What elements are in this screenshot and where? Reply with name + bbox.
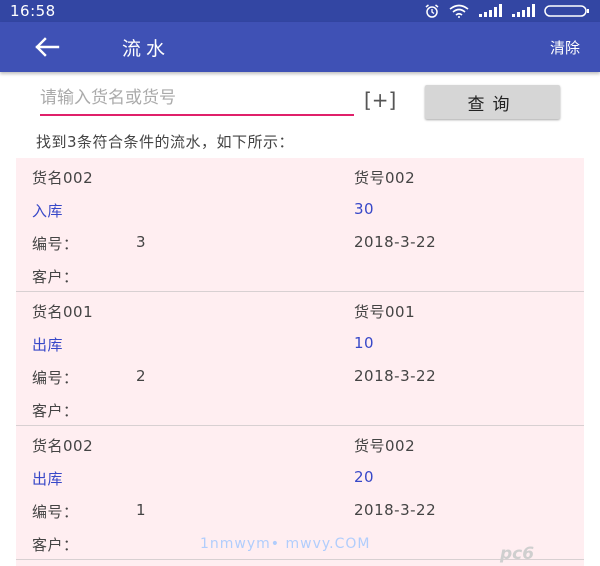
signal-icon (479, 4, 502, 17)
status-time: 16:58 (10, 2, 56, 20)
transaction-type: 入库 (32, 202, 64, 220)
arrow-left-icon (35, 37, 60, 57)
number-label: 编号： (32, 503, 79, 521)
add-button[interactable]: [+] (364, 88, 396, 112)
record-number: 1 (136, 501, 147, 519)
query-button[interactable]: 查询 (425, 85, 560, 119)
quantity: 20 (354, 468, 375, 486)
record-list[interactable]: 货名002 货号002 入库 30 编号： 3 2018-3-22 客户： 货名… (16, 158, 584, 566)
list-item[interactable]: 货名001 货号001 出库 10 编号： 2 2018-3-22 客户： (16, 292, 584, 426)
number-label: 编号： (32, 369, 79, 387)
status-bar: 16:58 (0, 0, 600, 22)
record-date: 2018-3-22 (354, 233, 437, 251)
logo: pc6 (500, 544, 535, 564)
transaction-type: 出库 (32, 470, 64, 488)
battery-icon (544, 5, 589, 17)
back-button[interactable] (30, 34, 64, 60)
result-summary: 找到3条符合条件的流水，如下所示： (36, 133, 295, 151)
item-code: 货号001 (354, 303, 416, 321)
status-icons (424, 4, 590, 18)
customer-label: 客户： (32, 268, 79, 286)
number-label: 编号： (32, 235, 79, 253)
clear-button[interactable]: 清除 (550, 37, 580, 58)
customer-label: 客户： (32, 536, 79, 554)
quantity: 30 (354, 200, 375, 218)
search-row: [+] 查询 (0, 84, 600, 120)
list-item[interactable]: 货名002 货号002 入库 30 编号： 3 2018-3-22 客户： (16, 158, 584, 292)
item-name: 货名002 (32, 437, 94, 455)
watermark: 1nmwym• mwvy.COM (200, 536, 371, 552)
wifi-icon (449, 4, 469, 18)
app-bar: 流水 清除 (0, 22, 600, 72)
item-code: 货号002 (354, 169, 416, 187)
record-date: 2018-3-22 (354, 501, 437, 519)
customer-label: 客户： (32, 402, 79, 420)
item-name: 货名001 (32, 303, 94, 321)
signal-icon (512, 4, 535, 17)
quantity: 10 (354, 334, 375, 352)
alarm-icon (425, 4, 439, 18)
record-number: 2 (136, 367, 147, 385)
transaction-type: 出库 (32, 336, 64, 354)
record-date: 2018-3-22 (354, 367, 437, 385)
record-number: 3 (136, 233, 147, 251)
search-input[interactable] (40, 84, 354, 116)
page-title: 流水 (122, 38, 171, 60)
item-code: 货号002 (354, 437, 416, 455)
item-name: 货名002 (32, 169, 94, 187)
